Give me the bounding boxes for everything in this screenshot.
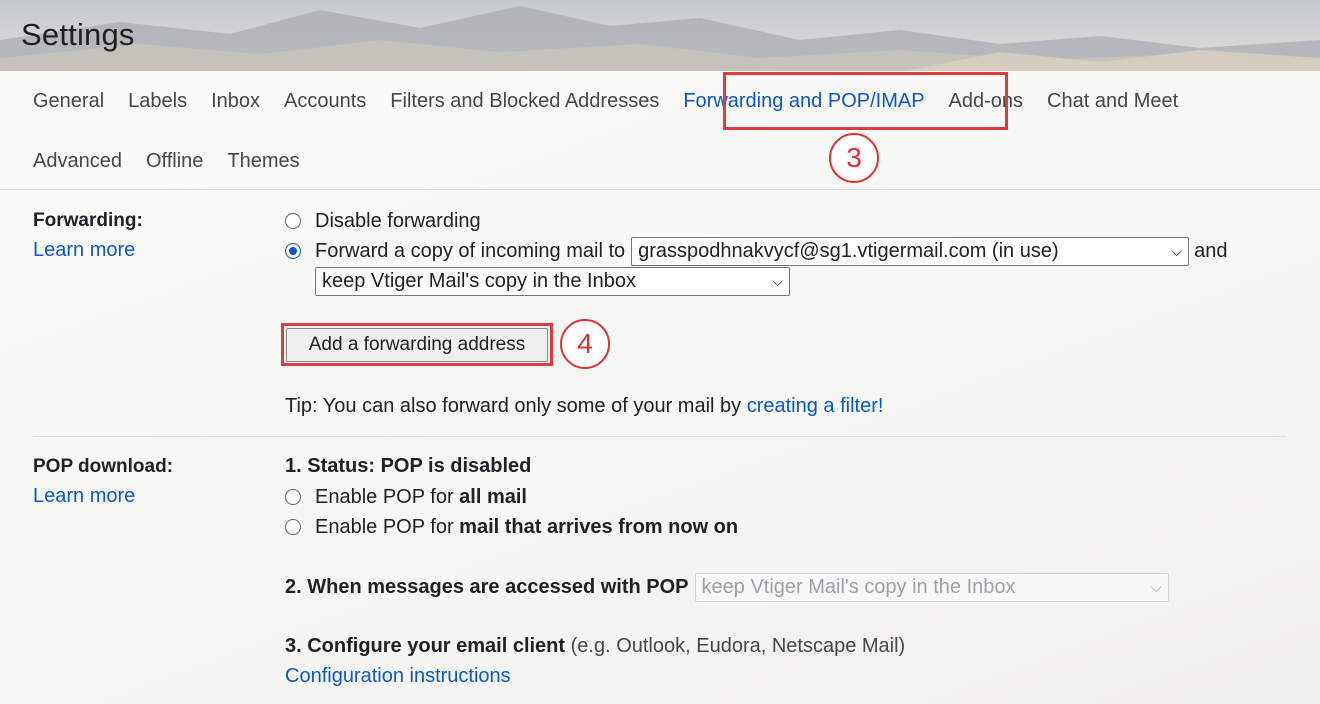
tab-advanced[interactable]: Advanced: [21, 141, 134, 181]
forward-address-select[interactable]: grasspodhnakvycf@sg1.vtigermail.com (in …: [631, 236, 1190, 266]
tab-offline[interactable]: Offline: [134, 141, 215, 181]
tab-inbox[interactable]: Inbox: [199, 81, 272, 121]
forwarding-learn-more-link[interactable]: Learn more: [33, 239, 135, 262]
tip-text: Tip: You can also forward only some of y…: [285, 395, 747, 417]
pop-access-row: 2. When messages are accessed with POP k…: [285, 572, 1169, 602]
copy-action-select[interactable]: keep Vtiger Mail's copy in the Inbox ⌵: [315, 266, 790, 296]
enable-pop-now-label: Enable POP for mail that arrives from no…: [315, 515, 739, 538]
forwarding-label: Forwarding:: [33, 210, 143, 231]
step-3-callout: 3: [829, 133, 879, 183]
enable-pop-all-radio[interactable]: [285, 489, 301, 505]
tabs-row-1: General Labels Inbox Accounts Filters an…: [21, 81, 1190, 121]
disable-forwarding-label: Disable forwarding: [315, 209, 481, 232]
step-4-callout: 4: [560, 319, 610, 369]
forward-copy-option[interactable]: Forward a copy of incoming mail to grass…: [285, 236, 1228, 266]
pop-status: 1. Status: POP is disabled: [285, 455, 532, 477]
configure-client-text: 3. Configure your email client (e.g. Out…: [285, 635, 906, 657]
enable-pop-all-label: Enable POP for all mail: [315, 485, 527, 508]
header-background: [0, 0, 1320, 72]
forwarding-tip: Tip: You can also forward only some of y…: [285, 395, 883, 418]
copy-action-row: keep Vtiger Mail's copy in the Inbox ⌵: [315, 266, 790, 296]
section-divider: [33, 436, 1286, 437]
pop-download-label: POP download:: [33, 456, 174, 477]
and-text: and: [1194, 239, 1228, 262]
disable-forwarding-radio[interactable]: [285, 213, 301, 229]
enable-pop-all-option[interactable]: Enable POP for all mail: [285, 485, 527, 509]
active-tab-highlight-box: [723, 72, 1008, 130]
forward-address-value: grasspodhnakvycf@sg1.vtigermail.com (in …: [638, 239, 1059, 262]
disable-forwarding-option[interactable]: Disable forwarding: [285, 209, 481, 233]
chevron-down-icon: ⌵: [772, 272, 783, 289]
tabs-row-2: Advanced Offline Themes: [21, 141, 312, 181]
chevron-down-icon: ⌵: [1150, 578, 1162, 595]
copy-action-value: keep Vtiger Mail's copy in the Inbox: [322, 269, 636, 292]
tab-filters[interactable]: Filters and Blocked Addresses: [378, 81, 671, 121]
page-title: Settings: [21, 17, 135, 52]
configuration-instructions-link[interactable]: Configuration instructions: [285, 665, 511, 688]
forward-copy-label: Forward a copy of incoming mail to: [315, 239, 626, 262]
pop-access-value: keep Vtiger Mail's copy in the Inbox: [701, 575, 1016, 598]
tabs-divider: [0, 189, 1320, 190]
tab-labels[interactable]: Labels: [116, 81, 199, 121]
enable-pop-now-radio[interactable]: [285, 519, 301, 535]
tab-themes[interactable]: Themes: [215, 141, 311, 181]
pop-access-select[interactable]: keep Vtiger Mail's copy in the Inbox ⌵: [694, 572, 1169, 602]
pop-access-label: 2. When messages are accessed with POP: [285, 575, 689, 598]
pop-learn-more-link[interactable]: Learn more: [33, 485, 135, 508]
tab-accounts[interactable]: Accounts: [272, 81, 378, 121]
enable-pop-now-option[interactable]: Enable POP for mail that arrives from no…: [285, 515, 738, 539]
tab-chat-and-meet[interactable]: Chat and Meet: [1035, 81, 1190, 121]
forward-copy-radio[interactable]: [285, 243, 301, 259]
mountain-landscape-image: [0, 0, 1320, 72]
button-highlight-box: [281, 323, 553, 366]
chevron-down-icon: ⌵: [1171, 242, 1183, 259]
tab-general[interactable]: General: [21, 81, 116, 121]
creating-filter-link[interactable]: creating a filter!: [747, 395, 884, 417]
